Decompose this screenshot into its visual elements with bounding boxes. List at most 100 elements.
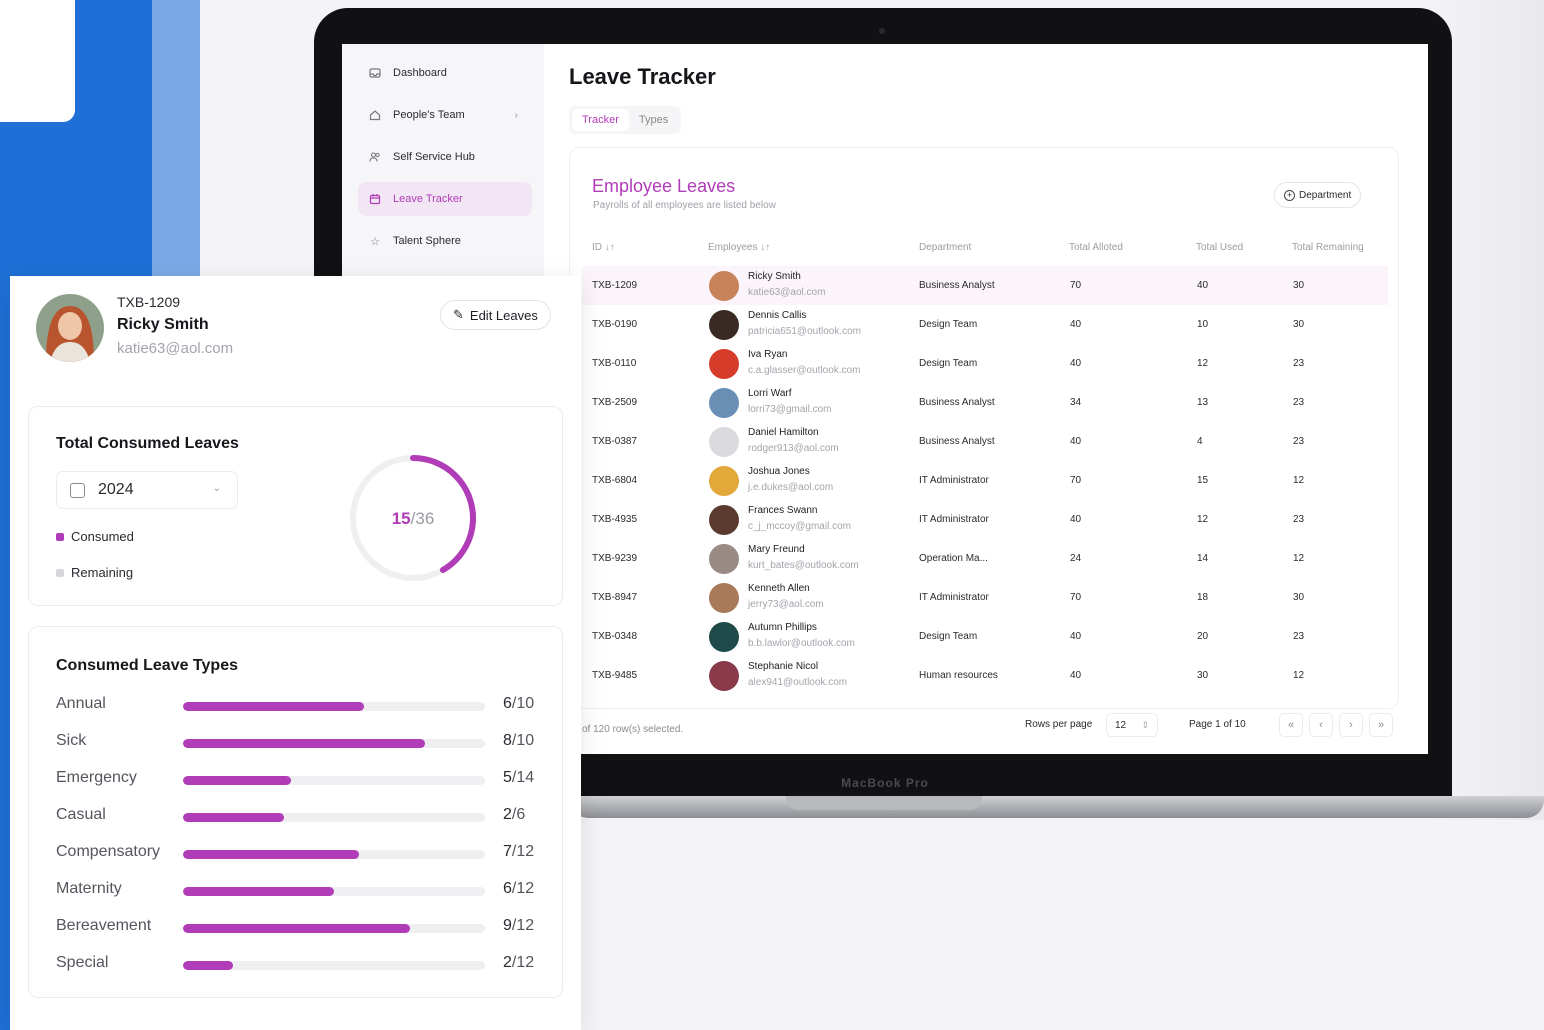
cell-total-used: 30 — [1197, 670, 1209, 681]
card-title: Employee Leaves — [592, 176, 736, 196]
leave-type-progress-track — [183, 702, 485, 711]
employee-name: Ricky Smith — [117, 316, 209, 333]
previous-page-button[interactable]: ‹ — [1309, 713, 1333, 737]
cell-employee-name: Frances Swann — [748, 505, 818, 516]
table-row[interactable]: TXB-0110 Iva Ryan c.a.glasser@outlook.com D… — [582, 344, 1388, 383]
cell-employee-name: Stephanie Nicol — [748, 661, 819, 672]
leave-type-row: Special 2/12 — [29, 950, 564, 976]
table-row[interactable]: TXB-0190 Dennis Callis patricia651@outlook… — [582, 305, 1388, 344]
cell-id: TXB-4935 — [592, 514, 638, 525]
leave-type-progress-track — [183, 924, 485, 933]
edit-leaves-button[interactable]: ✎ Edit Leaves — [440, 300, 551, 330]
avatar — [709, 622, 739, 652]
leave-type-progress-track — [183, 813, 485, 822]
sidebar-item-label: People's Team — [393, 109, 465, 121]
cell-id: TXB-0387 — [592, 436, 638, 447]
cell-employee-email: kurt_bates@outlook.com — [748, 560, 859, 571]
sidebar-item-talent-sphere[interactable]: ☆ Talent Sphere — [358, 224, 532, 258]
leave-type-label: Annual — [56, 695, 106, 712]
leave-type-progress-track — [183, 739, 485, 748]
department-filter-label: Department — [1299, 189, 1352, 201]
next-page-button[interactable]: › — [1339, 713, 1363, 737]
cell-total-remaining: 23 — [1293, 436, 1305, 447]
rows-per-page-select[interactable]: 12 ⇕ — [1106, 713, 1158, 737]
leave-type-label: Maternity — [56, 880, 122, 897]
cell-total-alloted: 40 — [1070, 514, 1082, 525]
sidebar-item-label: Talent Sphere — [393, 235, 461, 247]
tab-tracker[interactable]: Tracker — [572, 109, 629, 131]
background-blue-stripe — [152, 0, 200, 300]
cell-id: TXB-0190 — [592, 319, 638, 330]
cell-id: TXB-0110 — [592, 358, 637, 369]
tab-types[interactable]: Types — [629, 109, 678, 131]
table-row[interactable]: TXB-8947 Kenneth Allen jerry73@aol.com IT A… — [582, 578, 1388, 617]
employee-email: katie63@aol.com — [117, 340, 234, 357]
cell-total-remaining: 12 — [1293, 475, 1305, 486]
cell-id: TXB-1209 — [592, 280, 638, 291]
leave-type-count: 6/12 — [503, 880, 535, 897]
leave-type-progress-track — [183, 887, 485, 896]
cell-total-used: 40 — [1197, 280, 1209, 291]
users-icon — [368, 150, 382, 164]
calendar-icon — [368, 192, 382, 206]
department-filter-button[interactable]: + Department — [1274, 182, 1362, 208]
pencil-icon: ✎ — [453, 307, 464, 322]
consumed-donut-chart: 15/36 — [350, 455, 476, 581]
cell-total-remaining: 30 — [1293, 280, 1305, 291]
leave-type-progress-track — [183, 850, 485, 859]
avatar — [36, 294, 104, 362]
year-select[interactable]: 2024 ⌄ — [56, 471, 238, 509]
chevron-right-icon: › — [514, 109, 518, 121]
sidebar-item-leave-tracker[interactable]: Leave Tracker — [358, 182, 532, 216]
cell-department: Design Team — [919, 631, 978, 642]
employee-id: TXB-1209 — [117, 294, 181, 310]
table-row[interactable]: TXB-9239 Mary Freund kurt_bates@outlook.co… — [582, 539, 1388, 578]
sidebar-item-dashboard[interactable]: Dashboard — [358, 56, 532, 90]
last-page-button[interactable]: » — [1369, 713, 1393, 737]
leave-type-row: Bereavement 9/12 — [29, 913, 564, 939]
cell-employee-name: Ricky Smith — [748, 271, 801, 282]
column-header-id[interactable]: ID ↓↑ — [592, 242, 615, 253]
total-consumed-card: Total Consumed Leaves 2024 ⌄ Consumed Re… — [28, 406, 563, 606]
table-row[interactable]: TXB-0348 Autumn Phillips b.b.lawlor@outloo… — [582, 617, 1388, 656]
cell-department: Business Analyst — [919, 397, 995, 408]
leave-type-count: 6/10 — [503, 695, 535, 712]
cell-department: Design Team — [919, 358, 978, 369]
inbox-icon — [368, 66, 382, 80]
column-header-department: Department — [919, 242, 972, 253]
first-page-button[interactable]: « — [1279, 713, 1303, 737]
cell-total-remaining: 30 — [1293, 592, 1305, 603]
leave-type-progress-fill — [183, 850, 360, 859]
total-consumed-title: Total Consumed Leaves — [56, 435, 239, 452]
cell-employee-name: Joshua Jones — [748, 466, 810, 477]
rows-per-page-value: 12 — [1115, 720, 1127, 731]
leave-type-count: 8/10 — [503, 732, 535, 749]
leave-type-progress-fill — [183, 702, 365, 711]
home-icon — [368, 108, 382, 122]
cell-total-alloted: 40 — [1070, 670, 1082, 681]
table-row[interactable]: TXB-6804 Joshua Jones j.e.dukes@aol.com IT … — [582, 461, 1388, 500]
cell-department: IT Administrator — [919, 514, 989, 525]
sidebar-item-self-service-hub[interactable]: Self Service Hub — [358, 140, 532, 174]
star-icon: ☆ — [370, 235, 380, 248]
table-row[interactable]: TXB-2509 Lorri Warf lorri73@gmail.com Busin… — [582, 383, 1388, 422]
chevron-down-icon: ⌄ — [212, 483, 221, 494]
table-row[interactable]: TXB-9485 Stephanie Nicol alex941@outlook.c… — [582, 656, 1388, 695]
avatar — [709, 427, 739, 457]
column-header-employees[interactable]: Employees ↓↑ — [708, 242, 770, 253]
cell-employee-name: Lorri Warf — [748, 388, 792, 399]
sidebar-item-peoples-team[interactable]: People's Team › — [358, 98, 532, 132]
camera-icon — [879, 28, 885, 34]
cell-id: TXB-8947 — [592, 592, 638, 603]
edit-leaves-label: Edit Leaves — [469, 307, 538, 323]
table-row[interactable]: TXB-4935 Frances Swann c_j_mccoy@gmail.com… — [582, 500, 1388, 539]
cell-total-used: 10 — [1197, 319, 1209, 330]
leave-type-count: 2/6 — [503, 806, 526, 823]
table-row[interactable]: TXB-1209 Ricky Smith katie63@aol.com Busine… — [582, 266, 1388, 305]
sort-icon: ↓↑ — [760, 242, 771, 253]
avatar — [709, 349, 739, 379]
leave-type-progress-fill — [183, 739, 425, 748]
cell-department: Design Team — [919, 319, 978, 330]
leave-type-progress-fill — [183, 813, 284, 822]
table-row[interactable]: TXB-0387 Daniel Hamilton rodger913@aol.com… — [582, 422, 1388, 461]
